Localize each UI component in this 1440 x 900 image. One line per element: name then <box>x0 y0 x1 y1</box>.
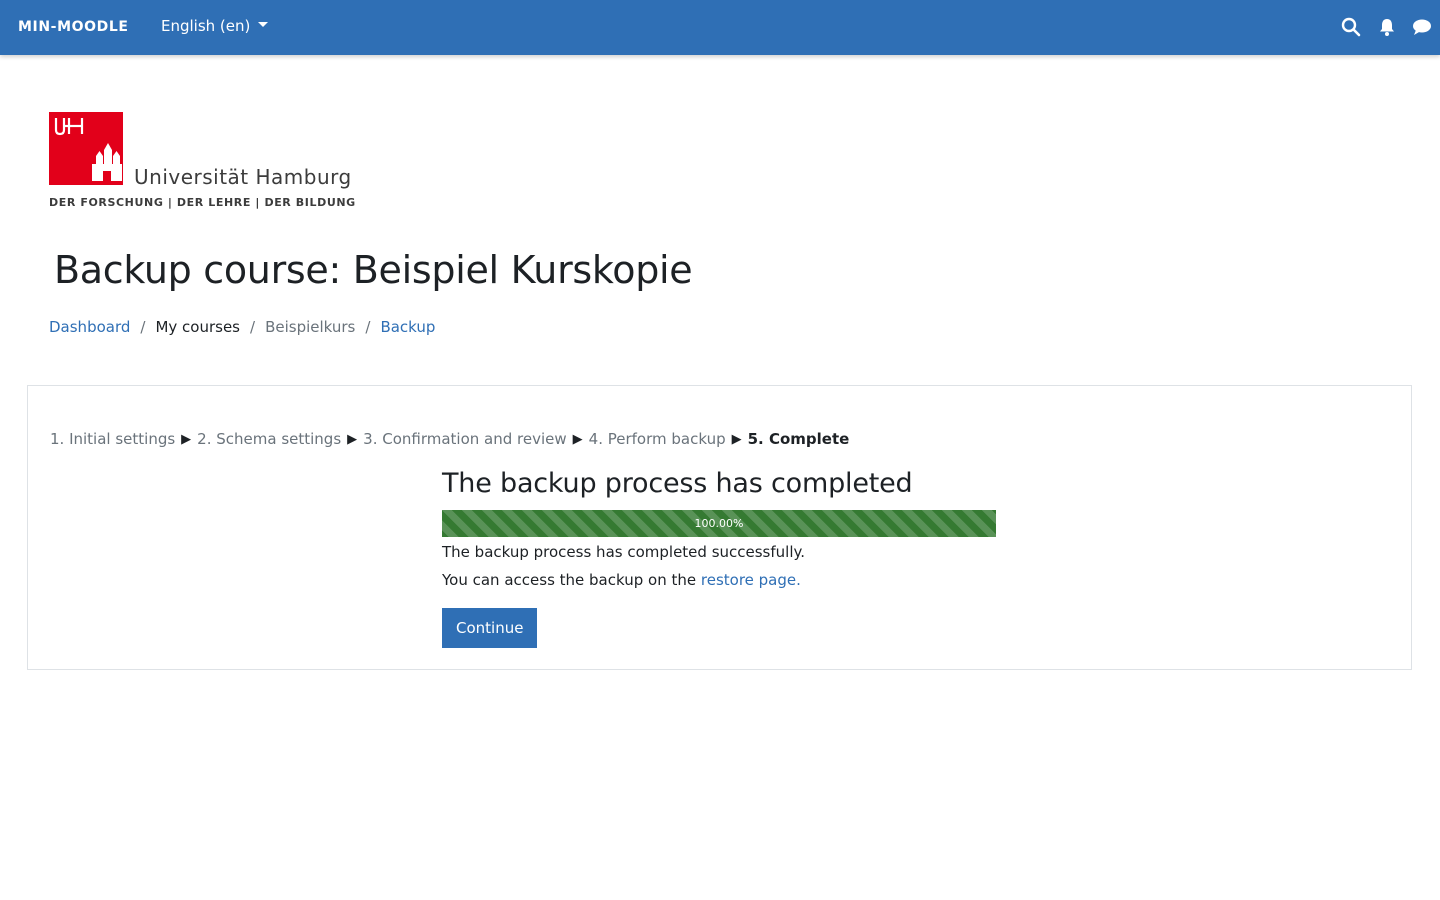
restore-access-message: You can access the backup on the restore… <box>442 568 1002 593</box>
search-icon[interactable] <box>1341 17 1361 37</box>
step-arrow-icon: ▶ <box>572 431 583 447</box>
step-confirmation-review: 3. Confirmation and review <box>363 430 567 448</box>
backup-steps: 1. Initial settings ▶ 2. Schema settings… <box>50 430 849 448</box>
breadcrumb: Dashboard / My courses / Beispielkurs / … <box>49 318 435 336</box>
breadcrumb-backup[interactable]: Backup <box>380 318 435 336</box>
caret-down-icon <box>258 22 269 27</box>
restore-page-link[interactable]: restore page. <box>701 571 801 589</box>
breadcrumb-separator: / <box>140 318 146 336</box>
restore-access-text: You can access the backup on the <box>442 571 697 589</box>
top-navbar: MIN-MOODLE English (en) <box>0 0 1440 55</box>
university-tagline: DER FORSCHUNG | DER LEHRE | DER BILDUNG <box>49 196 356 209</box>
continue-button[interactable]: Continue <box>442 608 538 648</box>
uhh-logo-mark <box>49 112 123 185</box>
site-brand[interactable]: MIN-MOODLE <box>18 19 129 35</box>
step-arrow-icon: ▶ <box>181 431 192 447</box>
step-perform-backup: 4. Perform backup <box>588 430 726 448</box>
bell-icon[interactable] <box>1377 17 1397 37</box>
university-logo: Universität Hamburg DER FORSCHUNG | DER … <box>49 112 359 212</box>
result-heading: The backup process has completed <box>442 468 913 499</box>
step-arrow-icon: ▶ <box>731 431 742 447</box>
chat-icon[interactable] <box>1412 17 1432 37</box>
backup-card: 1. Initial settings ▶ 2. Schema settings… <box>27 385 1412 670</box>
breadcrumb-separator: / <box>250 318 256 336</box>
breadcrumb-course: Beispielkurs <box>265 318 356 336</box>
success-message: The backup process has completed success… <box>442 543 805 561</box>
breadcrumb-separator: / <box>365 318 371 336</box>
step-initial-settings: 1. Initial settings <box>50 430 176 448</box>
step-arrow-icon: ▶ <box>347 431 358 447</box>
breadcrumb-dashboard[interactable]: Dashboard <box>49 318 130 336</box>
breadcrumb-my-courses: My courses <box>155 318 240 336</box>
progress-label: 100.00% <box>694 517 744 530</box>
university-name: Universität Hamburg <box>134 165 352 189</box>
step-complete: 5. Complete <box>747 430 850 448</box>
language-label: English (en) <box>161 17 251 35</box>
progress-bar: 100.00% <box>442 510 996 537</box>
step-schema-settings: 2. Schema settings <box>197 430 342 448</box>
page-title: Backup course: Beispiel Kurskopie <box>54 248 693 292</box>
language-menu[interactable]: English (en) <box>161 17 269 35</box>
backup-result: The backup process has completed 100.00%… <box>442 468 1002 648</box>
